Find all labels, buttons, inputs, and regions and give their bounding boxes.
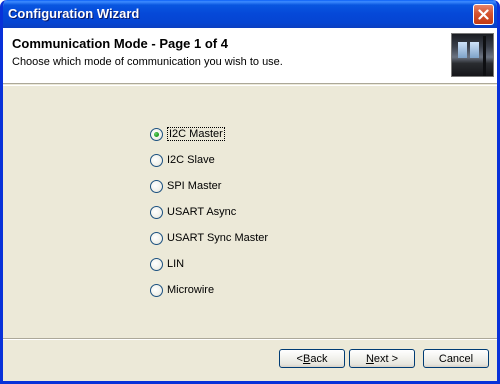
- radio-button[interactable]: [150, 231, 163, 245]
- configuration-wizard-window: Configuration Wizard Communication Mode …: [0, 0, 500, 384]
- wizard-banner-image: [451, 33, 494, 77]
- close-button[interactable]: [473, 4, 494, 25]
- footer-separator: [3, 338, 497, 340]
- cancel-button-label: Cancel: [438, 352, 474, 365]
- radio-button[interactable]: [150, 205, 163, 219]
- header-separator: [3, 85, 497, 86]
- radio-label: USART Sync Master: [167, 232, 269, 244]
- next-button-mnemonic: N: [365, 352, 374, 365]
- banner-window-pane: [470, 42, 479, 58]
- radio-option-usart-sync-master[interactable]: USART Sync Master: [150, 230, 268, 246]
- radio-option-spi-master[interactable]: SPI Master: [150, 178, 221, 194]
- window-title: Configuration Wizard: [8, 6, 140, 21]
- next-button[interactable]: Next >: [349, 349, 415, 368]
- radio-option-microwire[interactable]: Microwire: [150, 282, 214, 298]
- radio-option-i2c-master[interactable]: I2C Master: [150, 126, 225, 142]
- wizard-header: Communication Mode - Page 1 of 4 Choose …: [3, 28, 497, 84]
- radio-button[interactable]: [150, 153, 163, 167]
- title-bar[interactable]: Configuration Wizard: [3, 0, 497, 28]
- radio-label: Microwire: [167, 284, 215, 296]
- radio-button[interactable]: [150, 127, 163, 141]
- banner-window-pane: [458, 42, 467, 58]
- page-title: Communication Mode - Page 1 of 4: [12, 36, 228, 51]
- radio-label: SPI Master: [167, 180, 222, 192]
- radio-selected-dot: [154, 131, 159, 137]
- back-button-mnemonic: B: [302, 352, 311, 365]
- banner-lamp-post: [483, 36, 486, 76]
- radio-label: USART Async: [167, 206, 237, 218]
- radio-option-lin[interactable]: LIN: [150, 256, 184, 272]
- radio-button[interactable]: [150, 179, 163, 193]
- back-button[interactable]: < Back: [279, 349, 345, 368]
- radio-option-i2c-slave[interactable]: I2C Slave: [150, 152, 215, 168]
- back-button-label: ack: [310, 352, 328, 365]
- radio-label: I2C Master: [167, 127, 225, 141]
- close-icon: [478, 9, 489, 20]
- radio-label: I2C Slave: [167, 154, 215, 166]
- next-button-label: ext >: [373, 352, 399, 365]
- radio-label: LIN: [167, 258, 185, 270]
- radio-button[interactable]: [150, 257, 163, 271]
- radio-option-usart-async[interactable]: USART Async: [150, 204, 236, 220]
- cancel-button[interactable]: Cancel: [423, 349, 489, 368]
- page-subtitle: Choose which mode of communication you w…: [12, 56, 283, 68]
- radio-button[interactable]: [150, 283, 163, 297]
